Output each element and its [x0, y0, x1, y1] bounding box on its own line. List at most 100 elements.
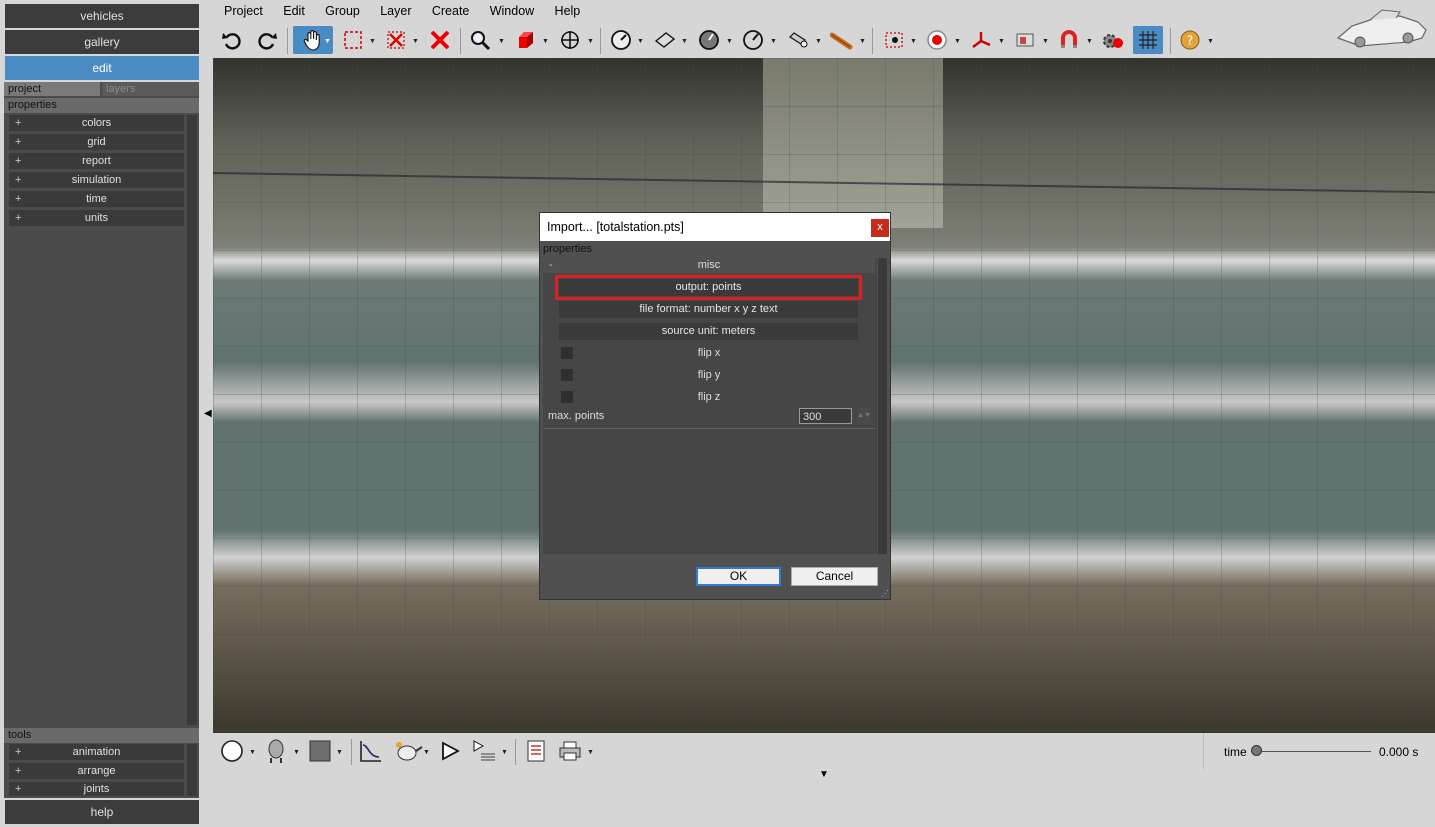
expand-icon[interactable]: +: [15, 210, 21, 226]
dropdown-icon[interactable]: ▼: [498, 38, 505, 45]
printer-icon[interactable]: [556, 737, 584, 765]
spinner-icon[interactable]: ▲▼: [857, 408, 871, 424]
flip-z-checkbox[interactable]: [561, 391, 573, 403]
expand-icon[interactable]: +: [15, 134, 21, 150]
redo-icon[interactable]: [253, 26, 281, 54]
move-icon[interactable]: [556, 26, 584, 54]
cancel-button[interactable]: Cancel: [791, 567, 878, 586]
undo-icon[interactable]: [218, 26, 246, 54]
property-colors[interactable]: + colors: [9, 115, 184, 131]
file-format-dropdown[interactable]: file format: number x y z text: [559, 301, 858, 318]
tool-joints[interactable]: + joints: [9, 782, 184, 796]
measure-angle-icon[interactable]: [607, 26, 635, 54]
misc-section-header[interactable]: - misc: [543, 258, 875, 273]
collapse-sidebar-icon[interactable]: ◀: [204, 408, 212, 419]
properties-scrollbar[interactable]: [187, 115, 197, 725]
ok-button[interactable]: OK: [696, 567, 781, 586]
max-points-input[interactable]: 300: [799, 408, 852, 424]
output-dropdown[interactable]: output: points: [555, 275, 862, 300]
collapse-icon[interactable]: -: [549, 258, 553, 273]
delete-selection-icon[interactable]: [382, 26, 410, 54]
menu-project[interactable]: Project: [224, 4, 263, 18]
target-frame-icon[interactable]: [880, 26, 908, 54]
flip-y-checkbox[interactable]: [561, 369, 573, 381]
gallery-button[interactable]: gallery: [5, 30, 199, 54]
dropdown-icon[interactable]: ▼: [336, 749, 343, 756]
expand-icon[interactable]: +: [15, 153, 21, 169]
protractor-icon[interactable]: [739, 26, 767, 54]
dropdown-icon[interactable]: ▼: [324, 38, 331, 45]
dropdown-icon[interactable]: ▼: [954, 38, 961, 45]
dropdown-icon[interactable]: ▼: [726, 38, 733, 45]
dropdown-icon[interactable]: ▼: [815, 38, 822, 45]
menu-window[interactable]: Window: [490, 4, 534, 18]
property-grid[interactable]: + grid: [9, 134, 184, 150]
edit-button[interactable]: edit: [5, 56, 199, 80]
circle-shape-icon[interactable]: [218, 737, 246, 765]
expand-icon[interactable]: +: [15, 115, 21, 131]
view-3d-box-icon[interactable]: [512, 26, 540, 54]
dropdown-icon[interactable]: ▼: [1207, 38, 1214, 45]
play-icon[interactable]: [436, 737, 464, 765]
settings-record-icon[interactable]: [1099, 26, 1127, 54]
resize-grip-icon[interactable]: ⋰: [881, 589, 889, 598]
zoom-icon[interactable]: [466, 26, 494, 54]
expand-panel-icon[interactable]: ▼: [819, 769, 829, 780]
time-slider-handle[interactable]: [1250, 745, 1262, 756]
dropdown-icon[interactable]: ▼: [293, 749, 300, 756]
dropdown-icon[interactable]: ▼: [770, 38, 777, 45]
select-box-icon[interactable]: [339, 26, 367, 54]
report-icon[interactable]: [522, 737, 550, 765]
menu-layer[interactable]: Layer: [380, 4, 411, 18]
playlist-icon[interactable]: [470, 737, 498, 765]
delete-icon[interactable]: [426, 26, 454, 54]
grid-icon[interactable]: [1133, 26, 1163, 54]
menu-create[interactable]: Create: [432, 4, 470, 18]
magnet-icon[interactable]: [1055, 26, 1083, 54]
expand-icon[interactable]: +: [15, 744, 21, 760]
tool-animation[interactable]: + animation: [9, 744, 184, 760]
tools-scrollbar[interactable]: [187, 744, 197, 796]
dropdown-icon[interactable]: ▼: [423, 749, 430, 756]
dropdown-icon[interactable]: ▼: [998, 38, 1005, 45]
source-unit-dropdown[interactable]: source unit: meters: [559, 323, 858, 340]
dropdown-icon[interactable]: ▼: [369, 38, 376, 45]
color-swatch-icon[interactable]: [306, 737, 334, 765]
record-icon[interactable]: [923, 26, 951, 54]
expand-icon[interactable]: +: [15, 191, 21, 207]
menu-group[interactable]: Group: [325, 4, 360, 18]
dropdown-icon[interactable]: ▼: [412, 38, 419, 45]
dropdown-icon[interactable]: ▼: [637, 38, 644, 45]
property-report[interactable]: + report: [9, 153, 184, 169]
dropdown-icon[interactable]: ▼: [501, 749, 508, 756]
menu-help[interactable]: Help: [555, 4, 581, 18]
close-button[interactable]: x: [871, 219, 889, 237]
flip-x-checkbox[interactable]: [561, 347, 573, 359]
head-icon[interactable]: [262, 737, 290, 765]
dialog-scrollbar[interactable]: [878, 258, 887, 554]
dropdown-icon[interactable]: ▼: [542, 38, 549, 45]
pan-hand-icon[interactable]: ▼: [293, 26, 333, 54]
dropdown-icon[interactable]: ▼: [1086, 38, 1093, 45]
camera-lens-icon[interactable]: [784, 26, 812, 54]
help-icon[interactable]: ?: [1176, 26, 1204, 54]
dropdown-icon[interactable]: ▼: [910, 38, 917, 45]
dropdown-icon[interactable]: ▼: [681, 38, 688, 45]
tool-arrange[interactable]: + arrange: [9, 763, 184, 779]
vehicles-button[interactable]: vehicles: [5, 4, 199, 28]
property-simulation[interactable]: + simulation: [9, 172, 184, 188]
tab-project[interactable]: project: [4, 82, 100, 96]
expand-icon[interactable]: +: [15, 172, 21, 188]
time-slider-track[interactable]: [1256, 751, 1371, 752]
teapot-icon[interactable]: [391, 737, 425, 765]
plane-icon[interactable]: [651, 26, 679, 54]
expand-icon[interactable]: +: [15, 763, 21, 779]
property-time[interactable]: + time: [9, 191, 184, 207]
photo-icon[interactable]: [1011, 26, 1039, 54]
expand-icon[interactable]: +: [15, 782, 21, 796]
dropdown-icon[interactable]: ▼: [249, 749, 256, 756]
graph-icon[interactable]: [357, 737, 385, 765]
dropdown-icon[interactable]: ▼: [859, 38, 866, 45]
tab-layers[interactable]: layers: [102, 82, 199, 96]
menu-edit[interactable]: Edit: [283, 4, 305, 18]
